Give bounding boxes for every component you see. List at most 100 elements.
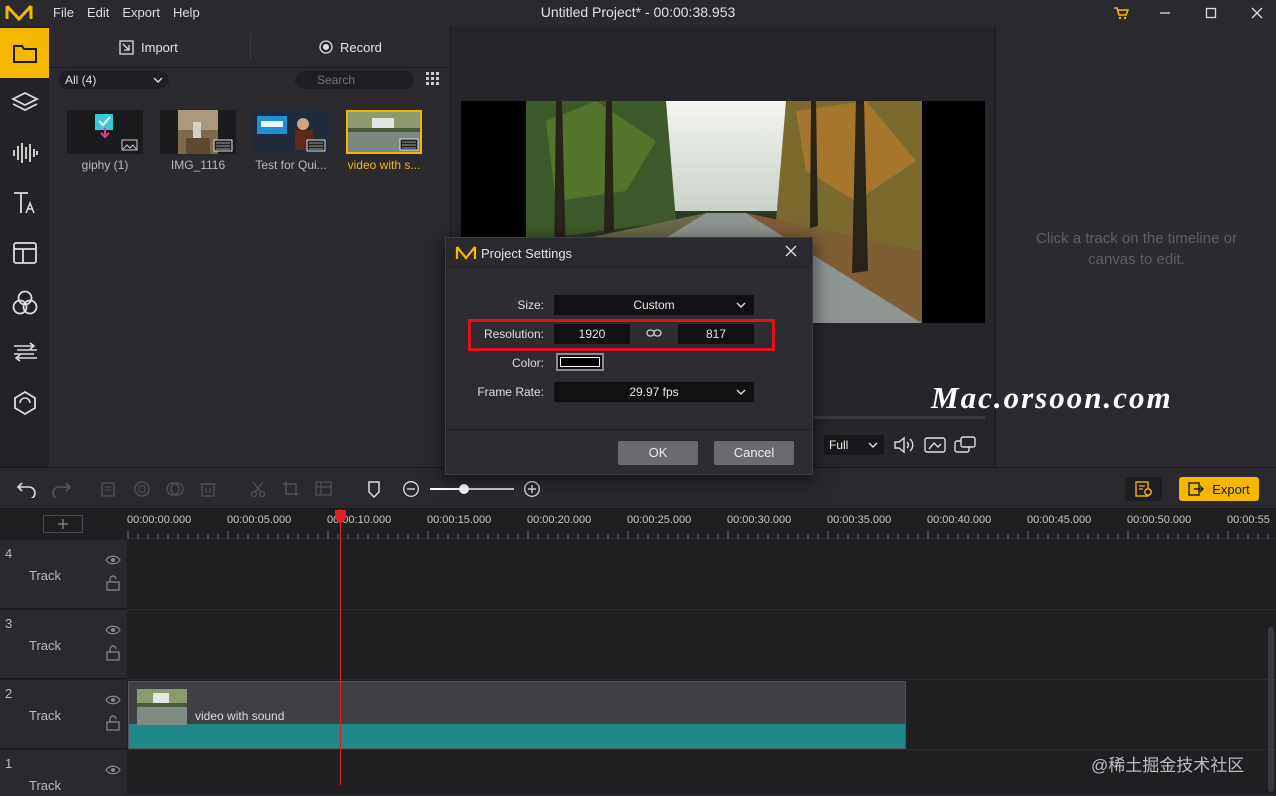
delete-icon[interactable] xyxy=(199,480,217,498)
ok-button[interactable]: OK xyxy=(618,441,698,465)
color-label: Color: xyxy=(511,356,544,370)
eye-icon[interactable] xyxy=(105,554,121,566)
mosaic-icon[interactable] xyxy=(315,480,333,498)
ruler-ticks xyxy=(127,531,1269,539)
properties-hint: Click a track on the timeline or canvas … xyxy=(1036,230,1237,268)
zoom-out-icon[interactable] xyxy=(402,480,420,498)
track-number: 2 xyxy=(5,686,13,701)
media-item-label: Test for Qui... xyxy=(255,158,327,172)
media-item-thumb[interactable] xyxy=(253,110,329,154)
track-number: 4 xyxy=(5,546,13,561)
track-header[interactable]: 4 Track xyxy=(0,540,127,609)
media-item-label: giphy (1) xyxy=(81,158,129,172)
lock-icon[interactable] xyxy=(106,645,120,661)
tool-strip xyxy=(0,26,49,467)
track-name: Track xyxy=(29,638,62,653)
crop-icon[interactable] xyxy=(282,480,300,498)
dialog-header: Project Settings xyxy=(446,238,812,268)
minimize-button[interactable] xyxy=(1150,0,1180,26)
timeline-zoom-slider[interactable] xyxy=(430,484,514,494)
clip-thumbnail xyxy=(137,689,187,725)
timeline-ruler[interactable]: 00:00:00.000 00:00:05.000 00:00:10.000 00:0… xyxy=(127,509,1276,539)
record-icon xyxy=(319,40,333,54)
tool-audio[interactable] xyxy=(0,128,49,178)
undo-icon[interactable] xyxy=(16,480,38,498)
ruler-tick-label: 00:00:25.000 xyxy=(627,514,692,526)
menu-help[interactable]: Help xyxy=(173,5,200,20)
eye-icon[interactable] xyxy=(105,624,121,636)
import-tab[interactable]: Import xyxy=(119,26,178,68)
zoom-in-icon[interactable] xyxy=(523,480,541,498)
import-label: Import xyxy=(141,39,178,55)
record-tab[interactable]: Record xyxy=(319,26,382,68)
tool-layers[interactable] xyxy=(0,78,49,128)
lock-icon[interactable] xyxy=(106,715,120,731)
media-filter-select[interactable]: All (4) xyxy=(59,71,169,89)
lock-icon[interactable] xyxy=(106,575,120,591)
add-track-button[interactable] xyxy=(43,515,83,533)
marker-icon[interactable] xyxy=(366,480,382,498)
eye-icon[interactable] xyxy=(105,694,121,706)
dialog-divider xyxy=(446,429,812,430)
cancel-button[interactable]: Cancel xyxy=(714,441,794,465)
ruler-tick-label: 00:00:30.000 xyxy=(727,514,792,526)
search-input[interactable] xyxy=(295,71,414,89)
redo-icon[interactable] xyxy=(50,480,72,498)
cart-icon xyxy=(1114,7,1129,20)
menu-file[interactable]: File xyxy=(53,5,74,20)
track-name: Track xyxy=(29,568,62,583)
track-lane[interactable] xyxy=(127,610,1276,680)
image-thumbnail xyxy=(178,110,233,154)
snapshot-icon[interactable] xyxy=(924,436,946,454)
export-button[interactable]: Export xyxy=(1179,477,1259,501)
ruler-tick-label: 00:00:00.000 xyxy=(127,514,192,526)
attribution-watermark: @稀土掘金技术社区 xyxy=(1091,756,1245,775)
tool-media[interactable] xyxy=(0,28,49,78)
playhead-handle[interactable] xyxy=(334,510,347,524)
clip-audio-waveform xyxy=(129,724,905,748)
split-icon[interactable] xyxy=(249,480,267,498)
zoom-slider-knob[interactable] xyxy=(458,484,469,494)
menu-edit[interactable]: Edit xyxy=(87,5,109,20)
media-item-thumb[interactable] xyxy=(67,110,143,154)
maximize-button[interactable] xyxy=(1196,0,1226,26)
project-settings-button[interactable] xyxy=(1125,477,1162,501)
gif-thumbnail xyxy=(95,114,138,151)
preview-zoom-select[interactable]: Full xyxy=(824,435,884,455)
media-item-thumb[interactable] xyxy=(160,110,236,154)
media-icon xyxy=(12,45,37,63)
background-color-swatch[interactable] xyxy=(556,353,604,371)
close-window-button[interactable] xyxy=(1242,0,1272,26)
tool-text[interactable] xyxy=(0,178,49,228)
framerate-value: 29.97 fps xyxy=(629,385,679,399)
tool-templates[interactable] xyxy=(0,228,49,278)
tool-transitions[interactable] xyxy=(0,328,49,378)
track-header[interactable]: 3 Track xyxy=(0,610,127,679)
volume-icon[interactable] xyxy=(893,436,915,454)
cart-button[interactable] xyxy=(1106,0,1136,26)
site-watermark: Mac.orsoon.com xyxy=(931,380,1173,415)
timeline-scrollbar[interactable] xyxy=(1268,627,1274,792)
track-lane[interactable] xyxy=(127,540,1276,610)
track-header[interactable]: 1 Track xyxy=(0,750,127,796)
minimize-icon xyxy=(1160,12,1170,14)
track-header[interactable]: 2 Track xyxy=(0,680,127,749)
paste-icon[interactable] xyxy=(133,480,151,498)
eye-icon[interactable] xyxy=(105,764,121,776)
fullscreen-icon[interactable] xyxy=(954,436,976,454)
tool-effects[interactable] xyxy=(0,378,49,428)
track-name: Track xyxy=(29,708,62,723)
size-select[interactable]: Custom xyxy=(554,295,754,315)
framerate-label: Frame Rate: xyxy=(477,385,544,399)
grid-view-icon[interactable] xyxy=(426,72,440,86)
tool-filters[interactable] xyxy=(0,278,49,328)
menu-export[interactable]: Export xyxy=(122,5,160,20)
media-item-thumb-selected[interactable] xyxy=(346,110,422,154)
duplicate-icon[interactable] xyxy=(166,480,184,498)
chevron-down-icon xyxy=(736,389,746,395)
copy-icon[interactable] xyxy=(100,480,118,498)
video-clip[interactable]: video with sound xyxy=(128,681,906,749)
close-icon[interactable] xyxy=(784,244,798,258)
playhead-line[interactable] xyxy=(340,509,341,785)
framerate-select[interactable]: 29.97 fps xyxy=(554,382,754,402)
